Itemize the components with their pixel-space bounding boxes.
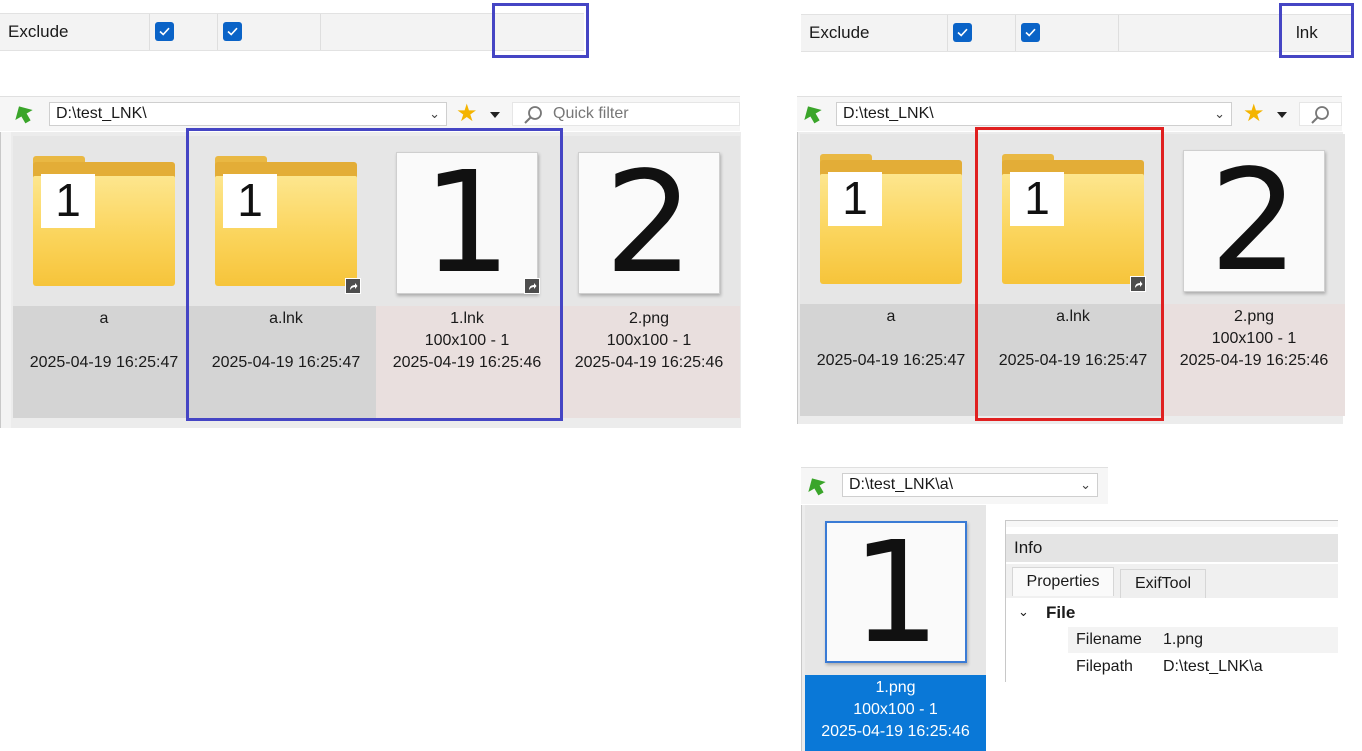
toolbar-right: D:\test_LNK\ ⌄ ★ <box>797 96 1342 131</box>
folder-icon: 1 <box>820 154 962 284</box>
exclude-empty-cell <box>1119 15 1282 51</box>
highlight-lnk-folder <box>975 127 1164 421</box>
favorites-dropdown-icon[interactable] <box>1277 112 1287 118</box>
folder-icon: 1 <box>33 156 175 286</box>
info-key-filepath: Filepath <box>1076 658 1133 675</box>
info-value-filepath: D:\test_LNK\a <box>1163 658 1263 675</box>
exclude-checkbox-2[interactable] <box>223 22 242 41</box>
tile-name: 2.png <box>1233 308 1275 325</box>
up-folder-icon[interactable] <box>805 475 829 499</box>
tab-exiftool[interactable]: ExifTool <box>1120 569 1206 599</box>
search-icon <box>524 106 542 124</box>
image-thumbnail: 1 <box>825 521 967 664</box>
tile-date: 2025-04-19 16:25:46 <box>821 723 970 740</box>
search-icon <box>1311 106 1329 124</box>
chevron-down-icon[interactable]: ⌄ <box>1080 474 1091 496</box>
chevron-down-icon[interactable]: ⌄ <box>429 103 440 125</box>
thumbnail-tile[interactable]: 1 a 2025-04-19 16:25:47 <box>800 134 982 416</box>
highlight-exclude-value-left <box>492 3 589 58</box>
info-key-filename: Filename <box>1076 631 1142 648</box>
exclude-empty-cell <box>321 14 495 50</box>
chevron-down-icon[interactable]: ⌄ <box>1214 103 1225 125</box>
thumbnail-tile[interactable]: 1 a 2025-04-19 16:25:47 <box>13 136 195 418</box>
thumbnail-tile[interactable]: 2 2.png 100x100 - 1 2025-04-19 16:25:46 <box>558 136 740 418</box>
quick-filter-placeholder: Quick filter <box>553 105 629 122</box>
tile-dims: 100x100 - 1 <box>853 701 938 718</box>
check-icon <box>227 27 238 36</box>
check-icon <box>159 27 170 36</box>
exclude-checkbox-cell-1 <box>150 14 218 50</box>
highlight-exclude-value-right <box>1279 3 1354 58</box>
address-bar[interactable]: D:\test_LNK\a\ ⌄ <box>842 473 1098 497</box>
check-icon <box>1025 28 1036 37</box>
exclude-checkbox-1[interactable] <box>953 23 972 42</box>
image-thumbnail: 2 <box>578 152 720 294</box>
exclude-label: Exclude <box>801 15 948 51</box>
tile-date: 2025-04-19 16:25:47 <box>29 354 179 371</box>
address-bar[interactable]: D:\test_LNK\ ⌄ <box>836 102 1232 126</box>
thumbnail-tile-selected[interactable]: 1 1.png 100x100 - 1 2025-04-19 16:25:46 <box>805 505 986 751</box>
favorites-dropdown-icon[interactable] <box>490 112 500 118</box>
quick-filter-input[interactable]: Quick filter <box>512 102 740 126</box>
info-header: Info <box>1006 534 1338 562</box>
exclude-row-right: Exclude lnk <box>801 14 1354 52</box>
favorites-star-icon[interactable]: ★ <box>1243 102 1265 126</box>
tile-name: a <box>886 308 896 325</box>
tile-name: a <box>99 310 109 327</box>
exclude-label: Exclude <box>0 14 150 50</box>
check-icon <box>957 28 968 37</box>
exclude-checkbox-2[interactable] <box>1021 23 1040 42</box>
quick-filter-input[interactable] <box>1299 102 1342 126</box>
highlight-lnk-tiles <box>186 128 563 421</box>
thumbnail-grid-bottom: 1 1.png 100x100 - 1 2025-04-19 16:25:46 <box>801 505 986 751</box>
up-folder-icon[interactable] <box>801 103 825 127</box>
toolbar-left: D:\test_LNK\ ⌄ ★ Quick filter <box>0 96 740 131</box>
tile-date: 2025-04-19 16:25:46 <box>574 354 724 371</box>
info-group-title: File <box>1046 603 1076 622</box>
toolbar-bottom: D:\test_LNK\a\ ⌄ <box>801 467 1108 504</box>
tile-dims: 100x100 - 1 <box>1211 330 1297 347</box>
favorites-star-icon[interactable]: ★ <box>456 102 478 126</box>
address-path: D:\test_LNK\ <box>56 105 147 122</box>
up-folder-icon[interactable] <box>12 103 36 127</box>
chevron-down-icon[interactable]: ⌄ <box>1018 599 1029 625</box>
address-path: D:\test_LNK\ <box>843 105 934 122</box>
tile-dims: 100x100 - 1 <box>606 332 692 349</box>
thumbnail-tile[interactable]: 2 2.png 100x100 - 1 2025-04-19 16:25:46 <box>1163 134 1345 416</box>
tab-properties[interactable]: Properties <box>1012 567 1114 596</box>
address-bar[interactable]: D:\test_LNK\ ⌄ <box>49 102 447 126</box>
tile-name: 2.png <box>628 310 670 327</box>
info-value-filename: 1.png <box>1163 631 1204 648</box>
exclude-checkbox-cell-2 <box>218 14 321 50</box>
tile-date: 2025-04-19 16:25:46 <box>1179 352 1329 369</box>
exclude-checkbox-cell-2 <box>1016 15 1119 51</box>
exclude-checkbox-1[interactable] <box>155 22 174 41</box>
info-panel: Info Properties ExifTool ⌄ File Filename… <box>1005 520 1338 682</box>
exclude-checkbox-cell-1 <box>948 15 1016 51</box>
tile-name: 1.png <box>875 679 916 696</box>
address-path: D:\test_LNK\a\ <box>849 476 954 493</box>
tile-date: 2025-04-19 16:25:47 <box>816 352 966 369</box>
image-thumbnail: 2 <box>1183 150 1325 292</box>
